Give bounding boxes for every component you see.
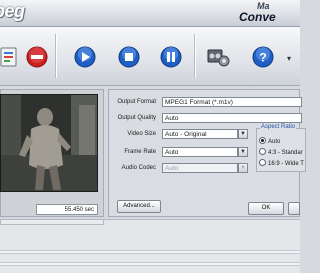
logo-bottom-text: Conve	[239, 10, 276, 24]
convert-button[interactable]	[205, 44, 231, 70]
help-icon: ?	[252, 46, 274, 68]
video-size-select[interactable]: Auto - Original	[162, 129, 238, 139]
app-title: peg	[0, 1, 25, 21]
aspect-option-label: 16:9 - Wide T	[268, 161, 304, 167]
frame-rate-select[interactable]: Auto	[162, 147, 238, 157]
toolbar-overflow-icon[interactable]: ▾	[287, 54, 291, 63]
output-quality-field[interactable]: Auto	[162, 113, 302, 123]
remove-button[interactable]	[24, 44, 50, 70]
stop-icon	[118, 46, 140, 68]
video-size-dropdown-icon[interactable]: ▼	[238, 129, 248, 139]
frame-rate-dropdown-icon[interactable]: ▼	[238, 147, 248, 157]
app-logo: Ma Conve	[239, 1, 303, 27]
advanced-button[interactable]: Advanced...	[117, 200, 161, 213]
radio-selected-icon[interactable]	[259, 137, 266, 144]
audio-codec-dropdown-icon[interactable]: ▼	[238, 163, 248, 173]
add-files-button[interactable]	[0, 44, 23, 70]
film-gear-icon	[207, 49, 230, 67]
aspect-option-label: 4:3 - Standar	[268, 150, 303, 156]
output-format-label: Output Format	[117, 99, 156, 105]
video-size-label: Video Size	[127, 131, 156, 137]
help-button[interactable]: ?	[250, 44, 276, 70]
radio-icon[interactable]	[259, 148, 266, 155]
aspect-option-16-9[interactable]: 16:9 - Wide T	[259, 159, 304, 167]
ok-button[interactable]: OK	[248, 202, 284, 215]
frame-rate-label: Frame Rate	[124, 149, 156, 155]
list-row	[0, 262, 300, 266]
aspect-option-label: Auto	[268, 139, 281, 145]
video-frame-image	[1, 95, 97, 191]
aspect-ratio-title: Aspect Ratio	[260, 124, 297, 130]
pause-button[interactable]	[158, 44, 184, 70]
aspect-option-auto[interactable]: Auto	[259, 137, 280, 145]
output-quality-label: Output Quality	[117, 115, 156, 121]
time-display: 55.450 sec	[36, 204, 98, 215]
audio-codec-select[interactable]: Auto	[162, 163, 238, 173]
output-format-field[interactable]: MPEG1 Format (*.m1v)	[162, 97, 302, 107]
pause-icon	[160, 46, 182, 68]
aspect-option-4-3[interactable]: 4:3 - Standar	[259, 148, 303, 156]
play-button[interactable]	[72, 44, 98, 70]
cancel-button-partial[interactable]	[288, 202, 300, 215]
radio-icon[interactable]	[259, 159, 266, 166]
file-add-icon	[0, 47, 17, 67]
preview-scrollbar[interactable]	[0, 219, 104, 225]
audio-codec-label: Audio Codec	[121, 165, 156, 171]
toolbar-separator	[194, 34, 195, 78]
stop-button[interactable]	[116, 44, 142, 70]
no-entry-icon	[26, 46, 48, 68]
toolbar-separator	[55, 34, 56, 78]
video-preview	[0, 94, 98, 192]
list-row	[0, 250, 300, 254]
svg-text:?: ?	[259, 51, 266, 65]
play-icon	[74, 46, 96, 68]
